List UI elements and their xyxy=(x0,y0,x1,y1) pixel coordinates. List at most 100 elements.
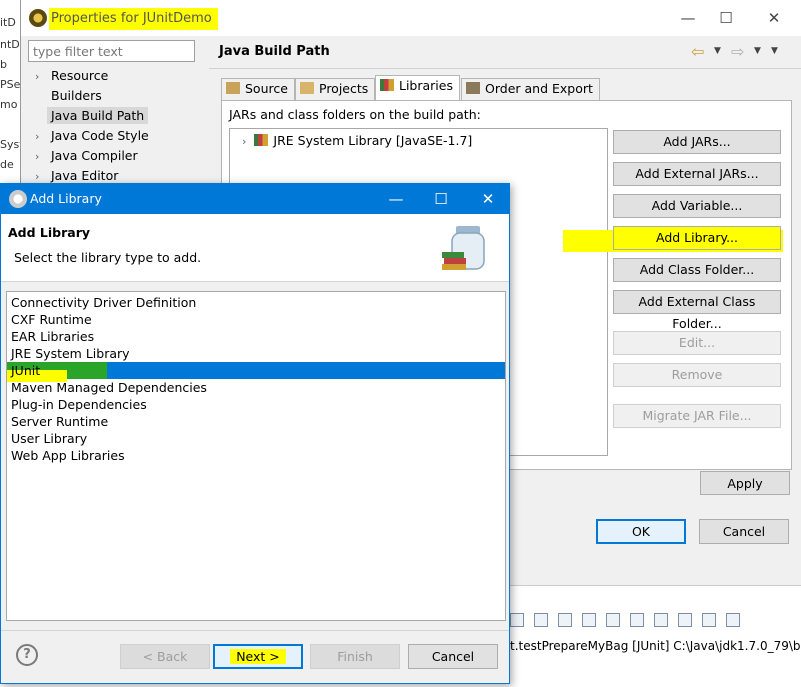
properties-title: Properties for JUnitDemo xyxy=(49,8,218,30)
tab-projects[interactable]: Projects xyxy=(295,78,376,100)
tree-item-java-code-style[interactable]: › Java Code Style xyxy=(35,126,149,146)
filter-input[interactable] xyxy=(28,40,195,62)
forward-arrow-icon[interactable]: ⇨ xyxy=(731,42,744,61)
next-label: Next > xyxy=(230,649,286,664)
edit-button[interactable]: Edit... xyxy=(613,331,781,355)
cancel-button[interactable]: Cancel xyxy=(408,644,498,669)
word-wrap-icon[interactable] xyxy=(605,612,620,627)
list-item[interactable]: › JRE System Library [JavaSE-1.7] xyxy=(242,133,472,148)
close-icon[interactable]: ✕ xyxy=(473,187,503,211)
edge-text: Syst xyxy=(0,138,22,151)
edge-text: b xyxy=(0,58,7,71)
chevron-right-icon[interactable]: › xyxy=(35,127,51,147)
cancel-button[interactable]: Cancel xyxy=(699,519,789,544)
minimize-icon[interactable]: — xyxy=(673,6,703,30)
add-library-button[interactable]: Add Library... xyxy=(613,226,781,250)
maximize-icon[interactable]: ☐ xyxy=(711,6,741,30)
remove-all-icon[interactable] xyxy=(533,612,548,627)
page-title: Java Build Path xyxy=(219,44,330,59)
list-item[interactable]: Maven Managed Dependencies xyxy=(7,379,505,396)
tab-source[interactable]: Source xyxy=(221,78,295,100)
edge-text: de xyxy=(0,158,14,171)
migrate-jar-button[interactable]: Migrate JAR File... xyxy=(613,404,781,428)
show-console-icon[interactable] xyxy=(629,612,644,627)
chevron-down-icon[interactable]: ▼ xyxy=(714,46,721,56)
list-item[interactable]: JRE System Library xyxy=(7,345,505,362)
tree-item-java-compiler[interactable]: › Java Compiler xyxy=(35,146,138,166)
header-separator xyxy=(209,68,801,69)
edge-text: mo xyxy=(0,98,18,111)
chevron-right-icon[interactable]: › xyxy=(35,67,51,87)
add-library-header: Add Library Select the library type to a… xyxy=(1,214,509,282)
add-jars-button[interactable]: Add JARs... xyxy=(613,130,781,154)
clear-console-icon[interactable] xyxy=(557,612,572,627)
library-label: JRE System Library [JavaSE-1.7] xyxy=(273,133,473,148)
next-button[interactable]: Next > xyxy=(213,644,303,669)
remove-button[interactable]: Remove xyxy=(613,363,781,387)
list-item[interactable]: EAR Libraries xyxy=(7,328,505,345)
remove-launch-icon[interactable] xyxy=(510,612,524,627)
tree-item-resource[interactable]: › Resource xyxy=(35,66,108,86)
chevron-right-icon[interactable]: › xyxy=(35,147,51,167)
tab-label: Order and Export xyxy=(485,81,593,96)
add-external-class-folder-button[interactable]: Add External Class Folder... xyxy=(613,290,781,331)
open-console-icon[interactable] xyxy=(701,612,716,627)
edge-text: itD xyxy=(0,16,16,29)
eclipse-app-icon xyxy=(9,190,27,208)
chevron-down-icon[interactable]: ▼ xyxy=(754,46,761,56)
edge-text: ntD xyxy=(0,38,20,51)
back-button[interactable]: < Back xyxy=(120,644,210,669)
source-folder-icon xyxy=(226,82,240,94)
console-view: t.testPrepareMyBag [JUnit] C:\Java\jdk1.… xyxy=(510,585,801,687)
back-arrow-icon[interactable]: ⇦ xyxy=(691,42,704,61)
order-export-icon xyxy=(466,82,480,94)
add-library-description: Select the library type to add. xyxy=(14,250,202,265)
tab-libraries[interactable]: Libraries xyxy=(375,75,460,101)
scroll-lock-icon[interactable] xyxy=(581,612,596,627)
list-item[interactable]: User Library xyxy=(7,430,505,447)
console-output: t.testPrepareMyBag [JUnit] C:\Java\jdk1.… xyxy=(510,639,801,653)
tree-item-java-build-path[interactable]: Java Build Path xyxy=(35,106,149,126)
list-item[interactable]: Server Runtime xyxy=(7,413,505,430)
add-library-dialog: Add Library — ☐ ✕ Add Library Select the… xyxy=(0,183,510,684)
view-menu-icon[interactable]: ▼ xyxy=(771,46,778,56)
library-type-list[interactable]: Connectivity Driver Definition CXF Runti… xyxy=(6,291,506,621)
close-icon[interactable]: ✕ xyxy=(759,6,789,30)
tree-item-label: Java Compiler xyxy=(51,148,138,163)
tree-item-label: Java Editor xyxy=(51,168,119,183)
console-toolbar xyxy=(510,611,801,631)
tree-item-label: Java Code Style xyxy=(51,128,149,143)
list-item[interactable]: Plug-in Dependencies xyxy=(7,396,505,413)
list-item-label: JUnit xyxy=(11,363,41,378)
display-console-icon[interactable] xyxy=(677,612,692,627)
add-variable-button[interactable]: Add Variable... xyxy=(613,194,781,218)
chevron-right-icon[interactable]: › xyxy=(242,135,246,148)
add-library-title: Add Library xyxy=(30,191,102,206)
pin-console-icon[interactable] xyxy=(653,612,668,627)
tab-label: Projects xyxy=(319,81,369,96)
tree-item-label: Resource xyxy=(51,68,109,83)
maximize-icon[interactable]: ☐ xyxy=(426,187,456,211)
list-item[interactable]: CXF Runtime xyxy=(7,311,505,328)
finish-button[interactable]: Finish xyxy=(310,644,400,669)
add-external-jars-button[interactable]: Add External JARs... xyxy=(613,162,781,186)
tab-label: Libraries xyxy=(399,78,453,93)
list-item[interactable]: Web App Libraries xyxy=(7,447,505,464)
ok-button[interactable]: OK xyxy=(596,519,686,544)
properties-titlebar: Properties for JUnitDemo — ☐ ✕ xyxy=(21,0,801,36)
add-library-titlebar: Add Library — ☐ ✕ xyxy=(1,184,509,214)
add-class-folder-button[interactable]: Add Class Folder... xyxy=(613,258,781,282)
minimize-icon[interactable]: — xyxy=(381,187,411,211)
tree-item-builders[interactable]: Builders xyxy=(35,86,102,106)
apply-button[interactable]: Apply xyxy=(700,471,790,495)
footer-separator xyxy=(1,630,509,631)
library-jar-icon xyxy=(442,226,485,270)
list-item[interactable]: Connectivity Driver Definition xyxy=(7,294,505,311)
tree-item-label: Java Build Path xyxy=(47,107,149,124)
list-item-selected[interactable]: JUnit xyxy=(7,362,505,382)
tab-order-and-export[interactable]: Order and Export xyxy=(461,78,600,100)
help-icon[interactable]: ? xyxy=(16,644,38,666)
add-library-heading: Add Library xyxy=(8,225,91,240)
view-menu-icon[interactable] xyxy=(725,612,740,627)
tree-item-label: Builders xyxy=(51,88,102,103)
